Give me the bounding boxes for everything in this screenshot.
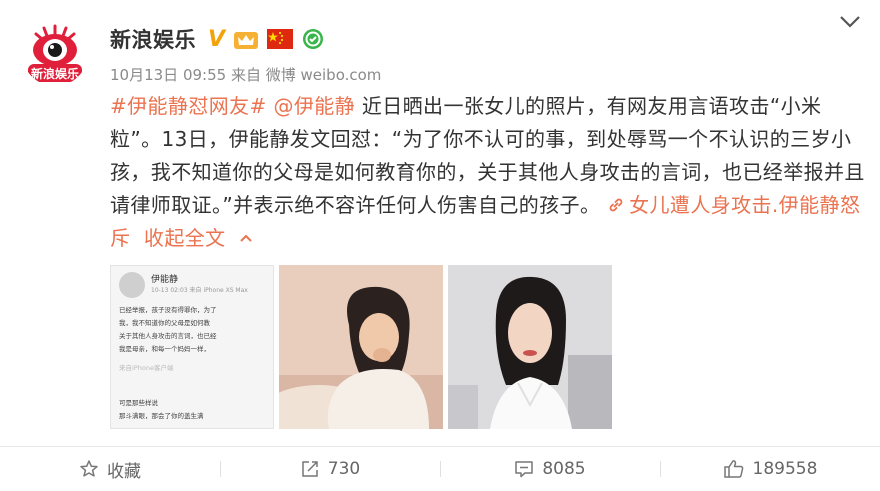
repost-count: 730: [327, 459, 361, 479]
green-check-badge-icon: [303, 29, 324, 49]
comment-icon: [515, 461, 534, 478]
sina-eye-logo-icon: 新浪娱乐: [28, 24, 82, 82]
author-name[interactable]: 新浪娱乐: [110, 24, 196, 54]
screenshot-line: 那斗满眼，那会了你的盖生满: [119, 412, 204, 420]
post-meta: 10月13日 09:55 来自 微博 weibo.com: [110, 64, 381, 85]
verified-v-icon: V: [208, 26, 226, 52]
screenshot-username: 伊能静: [151, 275, 179, 285]
chevron-down-icon[interactable]: [838, 14, 862, 30]
screenshot-thumbnail[interactable]: 伊能静 10-13 02:03 来自 iPhone XS Max 已经举报，孩子…: [110, 265, 274, 429]
source-prefix: 来自: [230, 66, 261, 84]
post-content: #伊能静怼网友# @伊能静 近日晒出一张女儿的照片，有网友用言语攻击“小米粒”。…: [110, 90, 865, 255]
author-avatar[interactable]: 新浪娱乐: [22, 20, 88, 86]
star-icon: [80, 460, 98, 477]
post-source[interactable]: 微博 weibo.com: [266, 66, 382, 84]
like-count: 189558: [752, 459, 818, 479]
member-crown-icon[interactable]: [233, 28, 259, 50]
favorite-label: 收藏: [107, 461, 141, 482]
woman-photo-image: [448, 265, 612, 429]
like-button[interactable]: 189558: [660, 447, 880, 491]
china-flag-icon: [267, 29, 294, 49]
mention-link[interactable]: @伊能静: [273, 94, 355, 118]
screenshot-line: 可是那些样说: [119, 399, 158, 407]
woman-photo-thumbnail[interactable]: [448, 265, 612, 429]
girl-photo-image: [279, 265, 443, 429]
screenshot-text: 已经举报，孩子没有得罪你，为了 我，我不知道你的父母是如何教 关于其他人身攻击的…: [119, 304, 269, 423]
svg-text:新浪娱乐: 新浪娱乐: [31, 66, 79, 81]
screenshot-line: 我是母亲，和每一个妈妈一样，: [119, 345, 210, 353]
comment-count: 8085: [542, 459, 586, 479]
favorite-button[interactable]: 收藏: [0, 447, 220, 491]
image-grid: 伊能静 10-13 02:03 来自 iPhone XS Max 已经举报，孩子…: [110, 265, 612, 429]
screenshot-line: 来自iPhone客户端: [119, 364, 174, 372]
comment-button[interactable]: 8085: [440, 447, 660, 491]
action-bar: 收藏 730 8085 189558: [0, 447, 880, 491]
link-icon: [609, 198, 623, 212]
author-line: 新浪娱乐 V: [110, 24, 325, 54]
screenshot-device: 10-13 02:03 来自 iPhone XS Max: [151, 287, 248, 294]
screenshot-avatar: [119, 272, 145, 298]
girl-photo-thumbnail[interactable]: [279, 265, 443, 429]
chevron-up-icon: [240, 234, 252, 242]
screenshot-line: 我，我不知道你的父母是如何教: [119, 319, 210, 327]
collapse-button[interactable]: 收起全文: [144, 226, 253, 250]
thumbs-up-icon: [723, 460, 743, 478]
post-time[interactable]: 10月13日 09:55: [110, 66, 226, 84]
repost-button[interactable]: 730: [220, 447, 440, 491]
repost-icon: [302, 461, 318, 477]
screenshot-line: 已经举报，孩子没有得罪你，为了: [119, 306, 217, 314]
collapse-label: 收起全文: [143, 226, 226, 250]
screenshot-line: 关于其他人身攻击的言词，也已经: [119, 332, 217, 340]
hashtag-link[interactable]: #伊能静怼网友#: [110, 94, 267, 118]
